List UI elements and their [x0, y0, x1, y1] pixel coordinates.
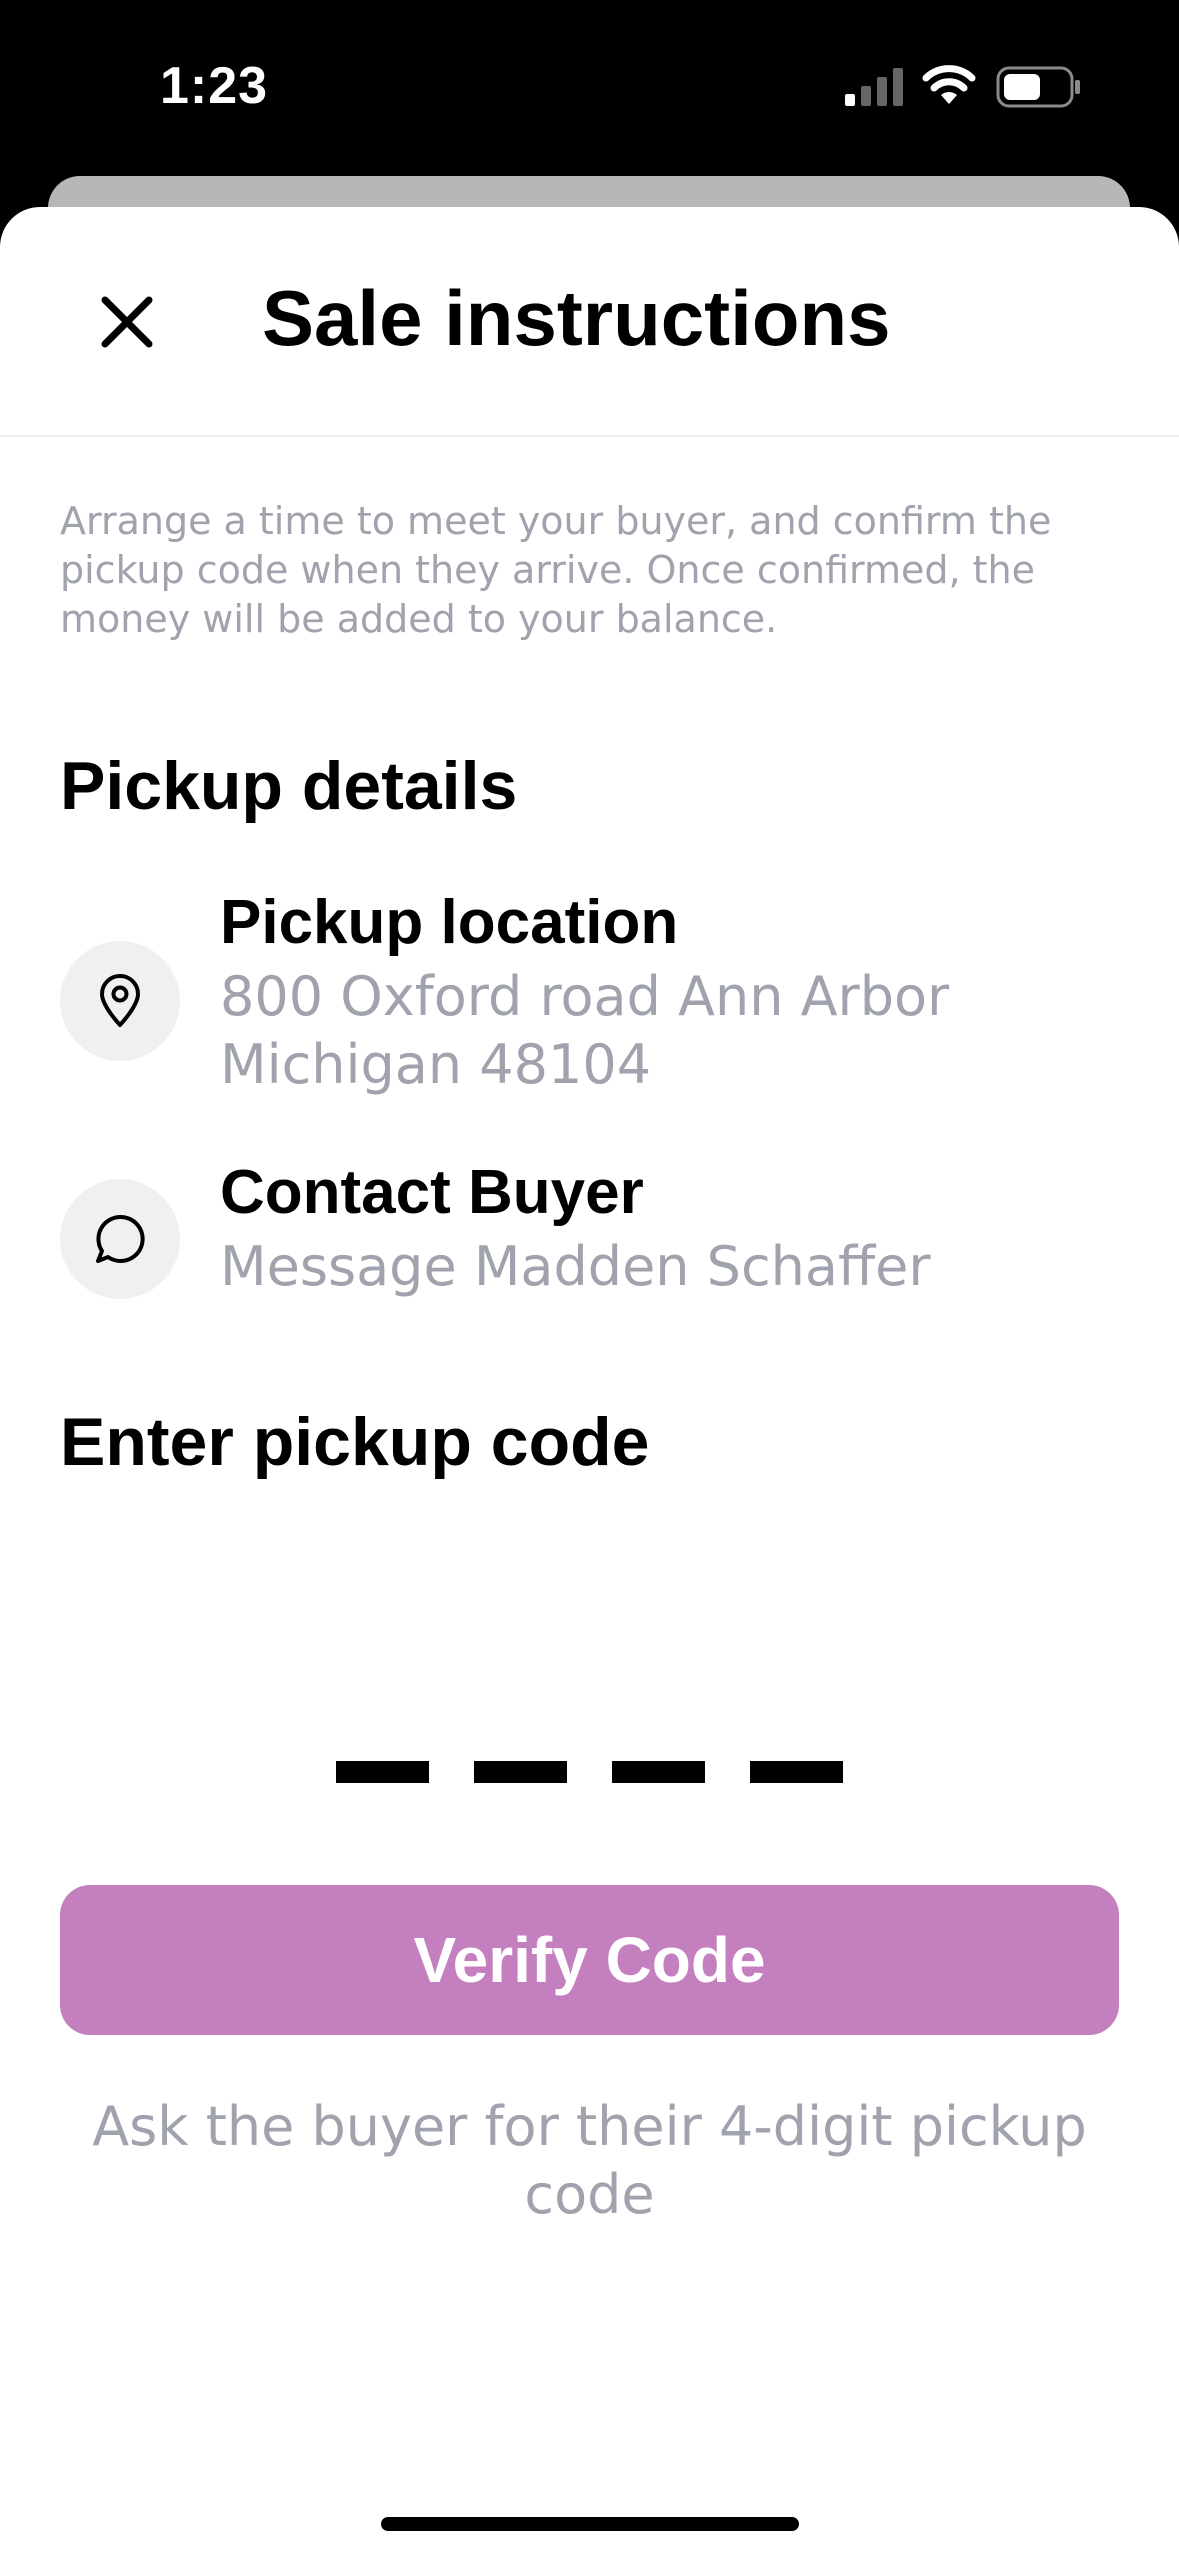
contact-buyer-label: Contact Buyer — [220, 1158, 644, 1227]
code-digit-slot[interactable] — [612, 1761, 705, 1783]
close-button[interactable] — [82, 277, 172, 367]
wifi-icon — [922, 65, 976, 104]
contact-icon-circle — [60, 1179, 180, 1299]
intro-text: Arrange a time to meet your buyer, and c… — [60, 499, 1052, 641]
sheet-header: Sale instructions — [0, 207, 1179, 437]
pickup-code-hint: Ask the buyer for their 4-digit pickup c… — [92, 2095, 1087, 2226]
map-pin-icon — [100, 974, 140, 1027]
status-time: 1:23 — [160, 57, 269, 115]
code-digit-slot[interactable] — [750, 1761, 843, 1783]
contact-buyer-message: Message Madden Schaffer — [220, 1235, 931, 1298]
location-icon-circle — [60, 941, 180, 1061]
cellular-signal-icon — [845, 68, 903, 106]
code-digit-slot[interactable] — [474, 1761, 567, 1783]
pickup-code-input[interactable] — [336, 1757, 846, 1787]
chat-bubble-icon — [96, 1214, 145, 1263]
home-indicator[interactable] — [381, 2517, 799, 2531]
page-title: Sale instructions — [262, 274, 891, 362]
enter-pickup-code-heading: Enter pickup code — [60, 1404, 650, 1480]
pickup-location-address: 800 Oxford road Ann Arbor Michigan 48104 — [220, 965, 950, 1096]
sale-instructions-sheet: Sale instructions Arrange a time to meet… — [0, 207, 1179, 2556]
screen: 1:23 Sale instructions Arrange a time to… — [0, 0, 1179, 2556]
code-digit-slot[interactable] — [336, 1761, 429, 1783]
battery-icon — [996, 66, 1080, 108]
verify-code-button[interactable]: Verify Code — [60, 1885, 1119, 2035]
close-icon — [101, 296, 153, 348]
pickup-location-label: Pickup location — [220, 888, 679, 957]
pickup-details-heading: Pickup details — [60, 748, 518, 824]
status-bar: 1:23 — [0, 0, 1179, 170]
